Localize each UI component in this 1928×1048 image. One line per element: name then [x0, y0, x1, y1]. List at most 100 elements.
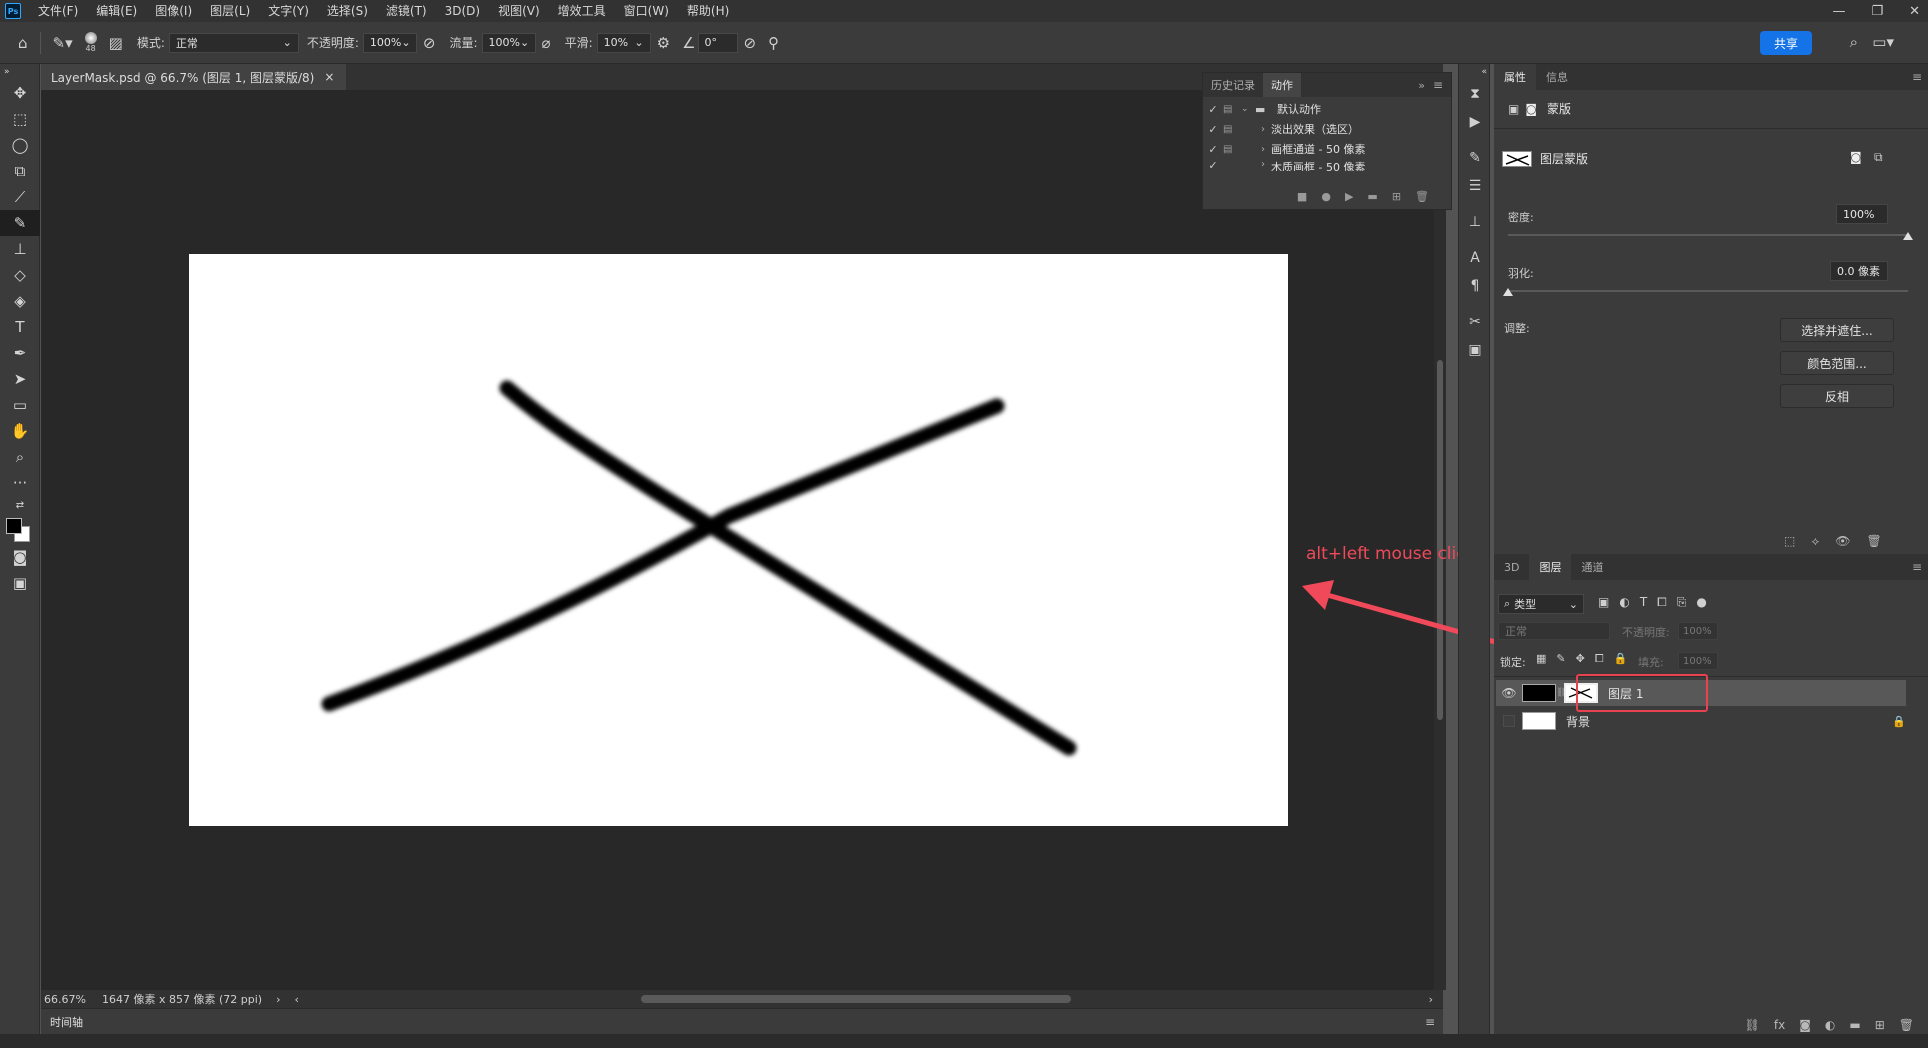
restore-button[interactable]: ❐	[1871, 4, 1883, 19]
select-pixel-mask-icon[interactable]: ◙	[1850, 150, 1862, 164]
share-button[interactable]: 共享	[1760, 31, 1812, 55]
mask-icon[interactable]: ◙	[1525, 102, 1537, 116]
density-slider-thumb[interactable]	[1903, 232, 1913, 240]
minimize-button[interactable]: —	[1832, 4, 1845, 19]
layer-blend-mode-select[interactable]: 正常	[1498, 622, 1610, 640]
density-slider[interactable]	[1508, 234, 1908, 236]
document-tab[interactable]: LayerMask.psd @ 66.7% (图层 1, 图层蒙版/8) ×	[41, 64, 347, 90]
action-row[interactable]: ✓ ▤ › 淡出效果（选区）	[1203, 119, 1451, 139]
smoothing-input[interactable]: 10% ⌄	[596, 32, 651, 53]
close-icon[interactable]: ×	[324, 70, 334, 84]
eye-icon[interactable]: 👁	[1496, 686, 1522, 700]
chevron-right-icon[interactable]: ›	[1241, 144, 1271, 155]
close-window-button[interactable]: ✕	[1909, 4, 1920, 19]
dialog-toggle-icon[interactable]: ▤	[1223, 124, 1241, 135]
delete-icon[interactable]: 🗑	[1415, 190, 1429, 203]
menu-file[interactable]: 文件(F)	[29, 0, 87, 22]
hand-tool-icon[interactable]: ✋	[0, 418, 40, 444]
paint-bucket-tool-icon[interactable]: ◈	[0, 288, 40, 314]
feather-slider[interactable]	[1508, 290, 1908, 292]
swap-colors-icon[interactable]: ⇄	[0, 496, 40, 514]
invert-button[interactable]: 反相	[1780, 384, 1894, 408]
dialog-toggle-icon[interactable]: ▤	[1223, 144, 1241, 155]
lock-position-icon[interactable]: ✥	[1576, 652, 1585, 666]
foreground-color-swatch[interactable]	[6, 518, 22, 534]
stamp-tool-icon[interactable]: ⊥	[0, 236, 40, 262]
tab-actions[interactable]: 动作	[1263, 73, 1301, 97]
adjustment-layer-icon[interactable]: ◐	[1825, 1018, 1835, 1032]
zoom-tool-icon[interactable]: ⌕	[0, 444, 40, 470]
object-select-tool-icon[interactable]: ⧉	[0, 158, 40, 184]
action-row[interactable]: ✓ ▤ › 画框通道 - 50 像素	[1203, 139, 1451, 159]
color-swatches[interactable]	[0, 514, 40, 544]
check-icon[interactable]: ✓	[1203, 143, 1223, 156]
density-input[interactable]: 100%	[1836, 204, 1888, 224]
marquee-tool-icon[interactable]: ⬚	[0, 106, 40, 132]
pixel-layer-icon[interactable]: ▣	[1508, 102, 1519, 116]
move-tool-icon[interactable]: ✥	[0, 80, 40, 106]
tab-properties[interactable]: 属性	[1494, 64, 1536, 90]
dialog-toggle-icon[interactable]: ▤	[1223, 104, 1241, 115]
brush-size-picker[interactable]: 48	[84, 32, 97, 53]
zoom-level[interactable]: 66.67%	[44, 993, 94, 1006]
tool-presets-icon[interactable]: ✂	[1459, 308, 1491, 336]
action-row[interactable]: ✓ › 木质画框 - 50 像素	[1203, 159, 1451, 171]
screen-mode-icon[interactable]: ▣	[0, 570, 40, 596]
layer-name[interactable]: 背景	[1566, 713, 1590, 730]
lock-transparency-icon[interactable]: ▦	[1536, 652, 1546, 666]
menu-select[interactable]: 选择(S)	[318, 0, 377, 22]
layer-row[interactable]: 背景 🔒	[1496, 708, 1916, 734]
workspace-icon[interactable]: ▭▾	[1872, 33, 1894, 51]
tab-channels[interactable]: 通道	[1571, 554, 1613, 580]
flow-input[interactable]: 100% ⌄	[481, 32, 536, 53]
symmetry-icon[interactable]: ⚲	[768, 34, 779, 52]
libraries-icon[interactable]: ▣	[1459, 336, 1491, 364]
menu-help[interactable]: 帮助(H)	[678, 0, 738, 22]
delete-icon[interactable]: 🗑	[1867, 534, 1882, 549]
pressure-opacity-icon[interactable]: ⊘	[423, 34, 436, 52]
angle-input[interactable]: 0°	[697, 32, 738, 53]
filter-smart-object-icon[interactable]: ⎘	[1677, 595, 1687, 610]
collapse-panel-icon[interactable]: »	[1418, 79, 1425, 92]
menu-filter[interactable]: 滤镜(T)	[377, 0, 436, 22]
menu-layer[interactable]: 图层(L)	[201, 0, 259, 22]
chevron-right-icon[interactable]: ›	[276, 993, 280, 1006]
link-icon[interactable]: ⛓	[1556, 688, 1567, 698]
new-action-icon[interactable]: ⊞	[1392, 190, 1401, 203]
chevron-right-icon[interactable]: ›	[1241, 159, 1271, 170]
layer-style-icon[interactable]: fx	[1774, 1018, 1785, 1032]
brush-tool-preset-icon[interactable]: ✎▾	[53, 34, 73, 52]
airbrush-icon[interactable]: ⌀	[542, 34, 551, 52]
feather-input[interactable]: 0.0 像素	[1830, 261, 1888, 281]
menu-window[interactable]: 窗口(W)	[615, 0, 678, 22]
eye-icon[interactable]: 👁	[1835, 534, 1850, 549]
horizontal-scroll-thumb[interactable]	[641, 995, 1071, 1003]
brush-settings-panel-icon[interactable]: ▨	[109, 34, 123, 52]
gear-icon[interactable]: ⚙	[657, 34, 670, 52]
chevron-down-icon[interactable]: ⌄	[1241, 104, 1255, 114]
fill-input[interactable]: 100%	[1678, 652, 1718, 670]
filter-adjustment-icon[interactable]: ◐	[1619, 595, 1629, 610]
check-icon[interactable]: ✓	[1203, 103, 1223, 116]
chevron-right-icon[interactable]: ›	[1429, 993, 1433, 1006]
filter-type-icon[interactable]: T	[1640, 595, 1647, 610]
character-panel-icon[interactable]: A	[1459, 244, 1491, 272]
filter-toggle-icon[interactable]: ●	[1696, 595, 1706, 610]
collapse-toolbar-icon[interactable]: »	[0, 64, 40, 80]
new-group-icon[interactable]: ▬	[1849, 1018, 1860, 1032]
more-tools-icon[interactable]: ···	[0, 470, 40, 496]
apply-mask-icon[interactable]: ⟡	[1811, 534, 1819, 549]
eraser-tool-icon[interactable]: ◇	[0, 262, 40, 288]
opacity-input[interactable]: 100% ⌄	[362, 32, 417, 53]
brush-settings-icon[interactable]: ✎	[1459, 144, 1491, 172]
clone-source-icon[interactable]: ⊥	[1459, 208, 1491, 236]
collapse-dock-icon[interactable]: «	[1459, 64, 1491, 80]
pen-tool-icon[interactable]: ✒	[0, 340, 40, 366]
lock-artboard-icon[interactable]: ⧠	[1595, 652, 1604, 666]
rectangle-tool-icon[interactable]: ▭	[0, 392, 40, 418]
eyedropper-tool-icon[interactable]: ⟋	[0, 184, 40, 210]
tab-3d[interactable]: 3D	[1494, 554, 1529, 580]
feather-slider-thumb[interactable]	[1503, 288, 1513, 296]
lock-pixels-icon[interactable]: ✎	[1556, 652, 1565, 666]
visibility-toggle[interactable]	[1496, 715, 1522, 727]
